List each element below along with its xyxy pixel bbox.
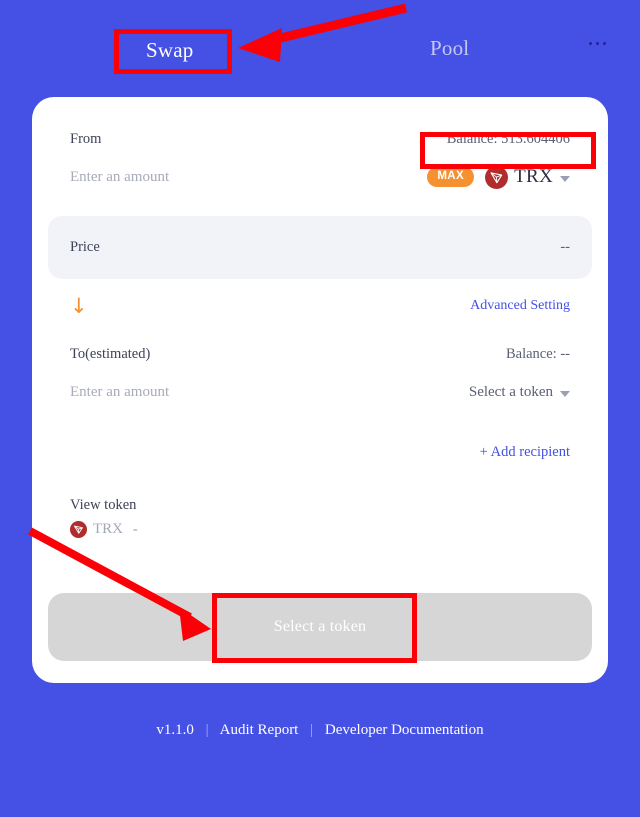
footer-separator: |: [205, 722, 209, 738]
from-token-selector[interactable]: TRX: [485, 165, 570, 189]
from-panel: From Balance: 513.604406 Enter an amount…: [48, 115, 592, 207]
to-header-row: To(estimated) Balance: --: [70, 346, 570, 363]
footer-developer-documentation-link[interactable]: Developer Documentation: [325, 722, 484, 738]
price-label: Price: [70, 239, 100, 255]
to-panel: To(estimated) Balance: -- Enter an amoun…: [48, 330, 592, 422]
from-token-symbol: TRX: [514, 166, 553, 187]
advanced-setting-link[interactable]: Advanced Setting: [470, 298, 570, 314]
tab-pool[interactable]: Pool: [430, 38, 469, 59]
footer: v1.1.0 | Audit Report | Developer Docume…: [0, 722, 640, 739]
swap-direction-arrow-icon[interactable]: ↓: [70, 295, 88, 317]
swap-middle-row: ↓ Advanced Setting: [70, 289, 570, 323]
footer-audit-report-link[interactable]: Audit Report: [220, 722, 299, 738]
from-label: From: [70, 131, 102, 147]
view-token-row[interactable]: TRX -: [70, 521, 138, 538]
from-amount-row: Enter an amount MAX TRX: [70, 162, 570, 192]
tab-swap[interactable]: Swap: [146, 40, 193, 61]
to-amount-input[interactable]: Enter an amount: [70, 384, 169, 401]
to-amount-row: Enter an amount Select a token: [70, 377, 570, 407]
view-token-symbol: TRX: [93, 521, 123, 537]
to-token-select-label: Select a token: [468, 383, 553, 400]
price-row: Price --: [70, 239, 570, 256]
to-token-selector[interactable]: Select a token: [469, 384, 570, 401]
footer-version: v1.1.0: [156, 722, 194, 738]
max-button[interactable]: MAX: [427, 166, 475, 188]
view-token-value: -: [133, 521, 138, 537]
price-panel: Price --: [48, 216, 592, 279]
to-label: To(estimated): [70, 346, 151, 362]
more-horizontal-icon[interactable]: [589, 42, 606, 45]
from-token-controls: MAX TRX: [427, 165, 570, 189]
price-value: --: [560, 239, 570, 255]
trx-token-icon: [70, 521, 87, 538]
select-a-token-submit-button[interactable]: Select a token: [48, 593, 592, 661]
trx-token-icon: [485, 165, 509, 189]
menu-dot: [589, 42, 592, 45]
from-amount-input[interactable]: Enter an amount: [70, 169, 169, 186]
footer-separator: |: [310, 722, 314, 738]
chevron-down-icon: [560, 176, 570, 182]
from-balance: Balance: 513.604406: [446, 131, 570, 147]
top-navigation: Swap Pool: [0, 0, 640, 92]
add-recipient-link[interactable]: + Add recipient: [480, 444, 570, 461]
from-header-row: From Balance: 513.604406: [70, 131, 570, 148]
chevron-down-icon: [560, 391, 570, 397]
menu-dot: [603, 42, 606, 45]
to-balance: Balance: --: [505, 346, 570, 362]
view-token-title: View token: [70, 497, 137, 513]
swap-card: From Balance: 513.604406 Enter an amount…: [32, 97, 608, 683]
view-token-section: View token TRX -: [70, 497, 138, 538]
menu-dot: [596, 42, 599, 45]
